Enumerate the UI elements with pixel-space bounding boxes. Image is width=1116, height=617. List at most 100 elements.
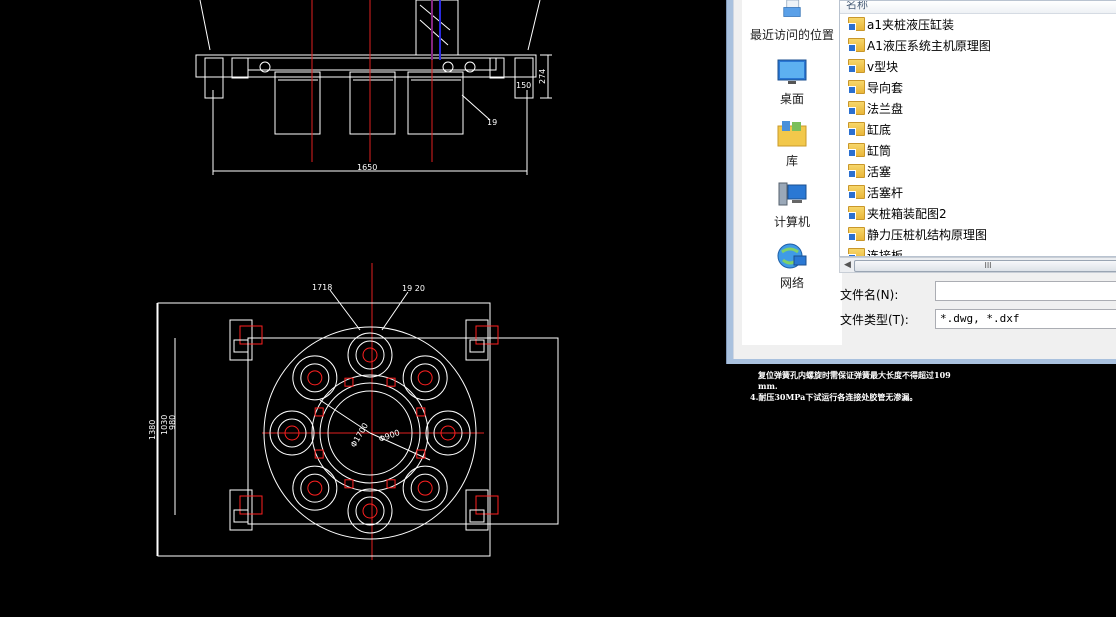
corner-block xyxy=(469,509,485,523)
places-bar: 最近访问的位置 桌面 库 计算机 网络 xyxy=(742,0,842,345)
file-item[interactable]: a1夹桩液压缸装 xyxy=(848,15,954,35)
dim-left-1380: 1380 xyxy=(148,420,157,440)
bolt-circle xyxy=(410,473,440,503)
place-label: 计算机 xyxy=(773,215,810,229)
bolt-circle xyxy=(417,370,433,386)
filename-input[interactable] xyxy=(935,281,1116,301)
place-network[interactable]: 网络 xyxy=(742,240,842,291)
note-line-2: mm. xyxy=(758,381,778,391)
cad-file-icon xyxy=(848,143,865,157)
file-item[interactable]: 活塞杆 xyxy=(848,183,903,203)
file-item-label: A1液压系统主机原理图 xyxy=(867,39,991,53)
file-item[interactable]: 连接板 xyxy=(848,246,904,257)
file-item[interactable]: v型块 xyxy=(848,57,898,77)
note-line-3: 4.耐压30MPa下试运行各连接处胶管无渗漏。 xyxy=(750,392,918,402)
recent-places-icon xyxy=(783,0,801,17)
bolt-circle xyxy=(362,347,378,363)
file-item[interactable]: 缸底 xyxy=(848,120,891,140)
desktop-icon xyxy=(777,59,807,84)
callout-19: 19 xyxy=(487,118,497,127)
file-item-label: 缸筒 xyxy=(867,144,892,158)
bolt-circle xyxy=(347,488,393,534)
dim-top-height: 274 xyxy=(538,69,547,84)
filename-label: 文件名(N): xyxy=(840,288,899,302)
file-item[interactable]: 静力压桩机结构原理图 xyxy=(848,225,987,245)
file-item-label: 导向套 xyxy=(867,81,904,95)
filetype-label: 文件类型(T): xyxy=(840,313,909,327)
cad-blue-part xyxy=(431,0,441,60)
corner-block xyxy=(239,495,263,515)
place-recent[interactable]: 最近访问的位置 xyxy=(742,0,842,43)
cad-file-icon xyxy=(848,80,865,94)
place-library[interactable]: 库 xyxy=(742,118,842,169)
corner-block xyxy=(475,325,499,345)
place-label: 库 xyxy=(785,154,798,168)
file-item-label: v型块 xyxy=(867,60,899,74)
corner-block xyxy=(469,339,485,353)
computer-icon xyxy=(778,182,807,206)
dim-left-980: 980 xyxy=(168,415,177,430)
cad-file-icon xyxy=(848,248,865,256)
place-label: 桌面 xyxy=(779,92,804,106)
file-item-label: 连接板 xyxy=(867,249,904,257)
bolt-circle xyxy=(355,340,385,370)
place-label: 最近访问的位置 xyxy=(749,28,834,42)
file-item-label: 静力压桩机结构原理图 xyxy=(867,228,988,242)
corner-block xyxy=(233,339,249,353)
cad-file-icon xyxy=(848,164,865,178)
file-item-label: 夹桩箱装配图2 xyxy=(867,207,947,221)
place-computer[interactable]: 计算机 xyxy=(742,179,842,230)
bolt-circle xyxy=(410,363,440,393)
bolt-circle xyxy=(300,473,330,503)
bolt-circle xyxy=(402,355,448,401)
cad-file-icon xyxy=(848,206,865,220)
bolt-circle xyxy=(417,480,433,496)
library-icon xyxy=(777,121,807,147)
bolt-circle xyxy=(307,370,323,386)
file-item[interactable]: 导向套 xyxy=(848,78,903,98)
cad-file-icon xyxy=(848,185,865,199)
file-item-label: 活塞 xyxy=(867,165,892,179)
cad-file-icon xyxy=(848,59,865,73)
file-list[interactable]: 名称 a1夹桩液压缸装 A1液压系统主机原理图 v型块导向套法兰盘缸底缸筒活塞活塞杆… xyxy=(839,0,1116,257)
bolt-circle xyxy=(292,465,338,511)
dim-top-width: 1650 xyxy=(357,163,377,172)
bolt-circle xyxy=(300,363,330,393)
corner-block xyxy=(475,495,499,515)
file-open-dialog: 最近访问的位置 桌面 库 计算机 网络 名称 a1夹桩液压缸装 A1液压系统主机… xyxy=(726,0,1116,364)
file-item[interactable]: 活塞 xyxy=(848,162,891,182)
file-item[interactable]: 夹桩箱装配图2 xyxy=(848,204,947,224)
callout-1920: 19 20 xyxy=(402,284,425,293)
scroll-left-arrow-icon[interactable]: ◀ xyxy=(844,260,851,270)
network-icon xyxy=(777,243,807,269)
cad-center-lines xyxy=(262,0,484,560)
cad-file-icon xyxy=(848,101,865,115)
cad-dimension-text: 1650 274 150 19 1718 19 20 1380 1030 980… xyxy=(148,69,547,449)
corner-block xyxy=(239,325,263,345)
dim-phi-1700: Φ1700 xyxy=(349,421,370,449)
horizontal-scrollbar[interactable]: ◀ III xyxy=(839,257,1116,273)
bolt-circle xyxy=(362,503,378,519)
file-item-label: 活塞杆 xyxy=(867,186,904,200)
cad-file-icon xyxy=(848,17,865,31)
file-item[interactable]: 法兰盘 xyxy=(848,99,903,119)
cad-file-icon xyxy=(848,38,865,52)
file-item[interactable]: 缸筒 xyxy=(848,141,891,161)
filetype-select[interactable]: *.dwg, *.dxf xyxy=(935,309,1116,329)
column-header-name[interactable]: 名称 xyxy=(840,1,1116,14)
bolt-circle xyxy=(307,480,323,496)
place-desktop[interactable]: 桌面 xyxy=(742,56,842,107)
dialog-body: 最近访问的位置 桌面 库 计算机 网络 名称 a1夹桩液压缸装 A1液压系统主机… xyxy=(733,0,1116,359)
place-label: 网络 xyxy=(779,276,804,290)
dim-top-small: 150 xyxy=(516,81,531,90)
file-item-label: 法兰盘 xyxy=(867,102,904,116)
cad-file-icon xyxy=(848,122,865,136)
corner-block xyxy=(233,509,249,523)
file-item[interactable]: A1液压系统主机原理图 xyxy=(848,36,991,56)
file-item-label: a1夹桩液压缸装 xyxy=(867,18,954,32)
bolt-circle xyxy=(355,496,385,526)
file-item-label: 缸底 xyxy=(867,123,892,137)
cad-top-view xyxy=(195,0,552,175)
note-line-1: 复位弹簧孔内螺旋时需保证弹簧最大长度不得超过109 xyxy=(758,370,951,380)
scroll-thumb[interactable]: III xyxy=(854,260,1116,272)
